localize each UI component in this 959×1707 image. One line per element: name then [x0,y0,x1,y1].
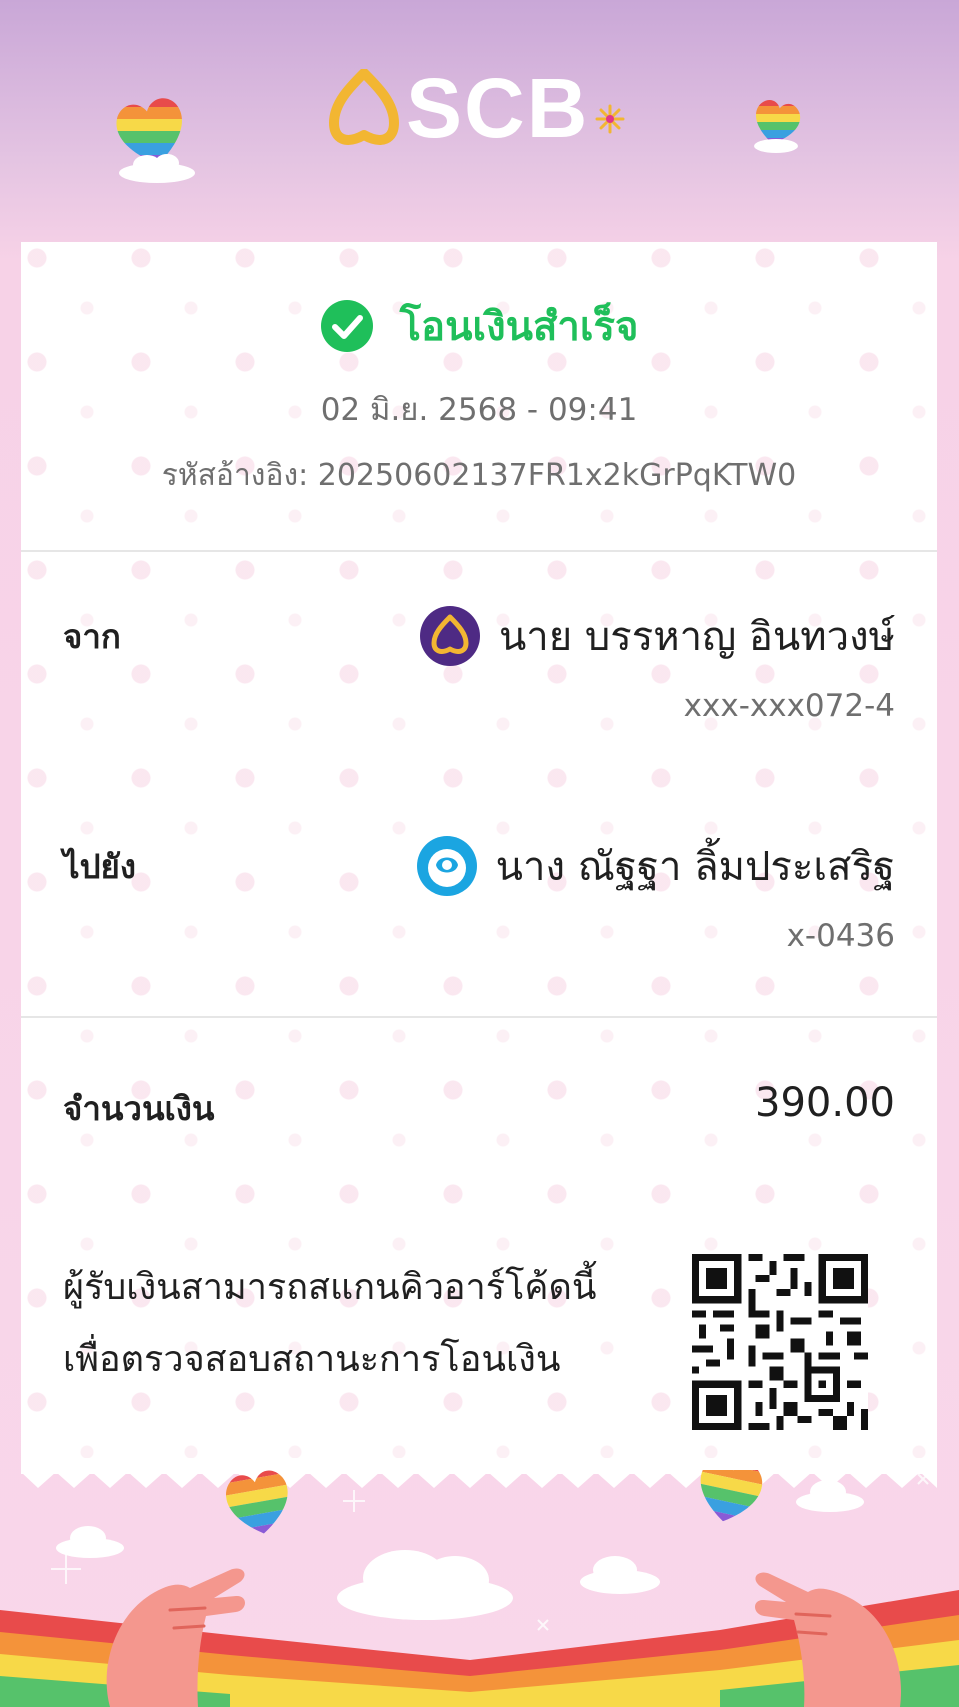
header-banner: SCB [0,0,959,240]
status-text: โอนเงินสำเร็จ [399,304,639,350]
divider [21,550,937,552]
transaction-datetime: 02 มิ.ย. 2568 - 09:41 [320,392,638,428]
qr-verify-note: ผู้รับเงินสามารถสแกนคิวอาร์โค้ดนี้ เพื่อ… [63,1252,643,1396]
transfer-status: โอนเงินสำเร็จ [21,294,937,358]
success-check-icon [320,300,373,352]
divider [21,1016,937,1018]
from-account: xxx-xxx072-4 [683,688,895,724]
rainbow-heart-small-icon [750,98,803,153]
from-party: นาย บรรหาญ อินทวงษ์ [419,604,895,668]
scb-shell-icon [329,69,399,145]
to-account: x-0436 [786,918,895,954]
scb-bank-icon [419,606,480,666]
amount-value: 390.00 [755,1080,895,1126]
from-label: จาก [63,617,121,656]
qr-note-line-1: ผู้รับเงินสามารถสแกนคิวอาร์โค้ดนี้ [63,1267,597,1308]
krungthai-bank-icon [416,836,477,896]
brand-name: SCB [406,61,590,155]
to-party: นาง ณัฐฐา ลิ้มประเสริฐ [416,834,895,898]
rainbow-heart-icon [112,95,195,183]
verification-qr-code[interactable] [692,1254,868,1430]
pride-footer-illustration [0,1470,959,1707]
reference-number: รหัสอ้างอิง: 20250602137FR1x2kGrPqKTW0 [161,458,797,493]
receipt-card: โอนเงินสำเร็จ 02 มิ.ย. 2568 - 09:41 รหัส… [21,242,937,1474]
to-name: นาง ณัฐฐา ลิ้มประเสริฐ [495,844,895,890]
to-label: ไปยัง [63,847,136,886]
sparkle-icon [595,104,625,134]
from-name: นาย บรรหาญ อินทวงษ์ [498,614,895,660]
amount-label: จำนวนเงิน [63,1089,215,1128]
qr-note-line-2: เพื่อตรวจสอบสถานะการโอนเงิน [63,1339,561,1380]
scb-logo: SCB [328,66,625,150]
